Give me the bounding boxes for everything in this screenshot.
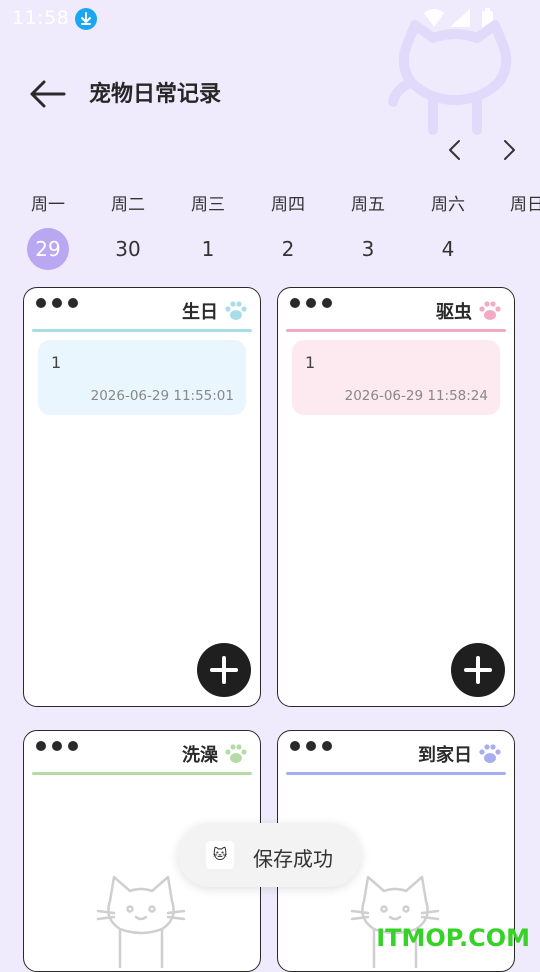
- day-tuesday[interactable]: 周二 30: [98, 190, 158, 270]
- entry-text: 1: [305, 353, 316, 372]
- page-title: 宠物日常记录: [89, 82, 222, 107]
- week-strip: 周一 29 周二 30 周三 1 周四 2 周五 3 周六 4 周日: [0, 190, 540, 270]
- arrow-left-icon: [30, 80, 66, 108]
- day-saturday[interactable]: 周六 4: [418, 190, 478, 270]
- header: 宠物日常记录: [0, 62, 540, 126]
- toast: 🐱 保存成功: [178, 823, 361, 887]
- card-divider: [286, 329, 506, 332]
- cat-outline-icon: [350, 875, 440, 969]
- paw-icon: [479, 744, 501, 763]
- card-title: 生日: [182, 302, 218, 323]
- status-time: 11:58: [12, 7, 70, 29]
- day-name: 周三: [191, 195, 225, 215]
- add-record-button[interactable]: [197, 643, 251, 697]
- toast-text: 保存成功: [253, 847, 333, 871]
- day-sunday[interactable]: 周日: [498, 190, 540, 220]
- day-number: 2: [281, 237, 295, 261]
- day-monday[interactable]: 周一 29: [18, 190, 78, 270]
- category-card-birthday: 生日 1 2026-06-29 11:55:01: [23, 287, 261, 707]
- card-divider: [32, 772, 252, 775]
- day-name: 周六: [431, 195, 465, 215]
- day-name: 周五: [351, 195, 385, 215]
- paw-icon: [479, 301, 501, 320]
- day-name: 周日: [510, 195, 540, 215]
- card-title: 洗澡: [182, 745, 218, 766]
- site-watermark: ITMOP.COM: [376, 924, 530, 952]
- record-entry[interactable]: 1 2026-06-29 11:55:01: [38, 340, 246, 415]
- paw-icon: [225, 301, 247, 320]
- category-card-deworming: 驱虫 1 2026-06-29 11:58:24: [277, 287, 515, 707]
- paw-icon: [225, 744, 247, 763]
- more-icon[interactable]: [290, 298, 334, 308]
- download-icon: [75, 8, 97, 30]
- day-friday[interactable]: 周五 3: [338, 190, 398, 270]
- day-name: 周二: [111, 195, 145, 215]
- day-thursday[interactable]: 周四 2: [258, 190, 318, 270]
- chevron-right-icon: [504, 140, 515, 160]
- next-week-button[interactable]: [496, 136, 522, 164]
- day-name: 周四: [271, 195, 305, 215]
- card-title: 到家日: [418, 745, 472, 766]
- day-number: 1: [201, 237, 215, 261]
- day-number: 29: [27, 228, 69, 270]
- more-icon[interactable]: [36, 298, 80, 308]
- day-number: 4: [441, 237, 455, 261]
- prev-week-button[interactable]: [442, 136, 468, 164]
- record-entry[interactable]: 1 2026-06-29 11:58:24: [292, 340, 500, 415]
- entry-time: 2026-06-29 11:58:24: [344, 388, 488, 404]
- day-number: 30: [115, 237, 141, 261]
- day-wednesday[interactable]: 周三 1: [178, 190, 238, 270]
- more-icon[interactable]: [290, 741, 334, 751]
- cat-outline-icon: [96, 875, 186, 969]
- day-number: 3: [361, 237, 375, 261]
- back-button[interactable]: [26, 76, 70, 112]
- chevron-left-icon: [449, 140, 460, 160]
- card-divider: [286, 772, 506, 775]
- card-divider: [32, 329, 252, 332]
- add-record-button[interactable]: [451, 643, 505, 697]
- entry-time: 2026-06-29 11:55:01: [90, 388, 234, 404]
- app-icon: 🐱: [206, 841, 234, 869]
- card-title: 驱虫: [436, 302, 472, 323]
- entry-text: 1: [51, 353, 62, 372]
- more-icon[interactable]: [36, 741, 80, 751]
- day-name: 周一: [31, 195, 65, 215]
